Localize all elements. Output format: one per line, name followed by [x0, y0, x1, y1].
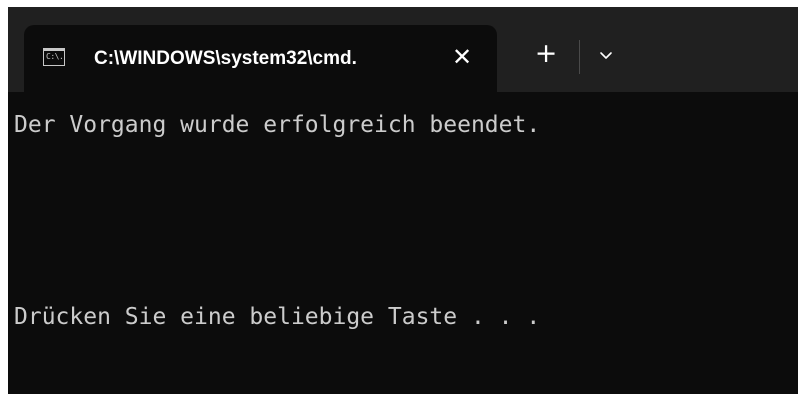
chevron-down-icon [600, 52, 612, 59]
new-tab-button[interactable]: + [528, 35, 564, 75]
terminal-line: Der Vorgang wurde erfolgreich beendet. [14, 112, 541, 138]
tab-cmd[interactable]: C:\. C:\WINDOWS\system32\cmd. ✕ [24, 25, 497, 92]
tab-strip: C:\. C:\WINDOWS\system32\cmd. ✕ + [8, 7, 798, 92]
tab-title: C:\WINDOWS\system32\cmd. [94, 48, 357, 69]
terminal-line: Drücken Sie eine beliebige Taste . . . [14, 304, 541, 330]
terminal-window: C:\. C:\WINDOWS\system32\cmd. ✕ + Der Vo… [8, 7, 798, 394]
close-icon[interactable]: ✕ [447, 25, 477, 92]
terminal-output[interactable]: Der Vorgang wurde erfolgreich beendet. D… [8, 92, 798, 394]
tab-dropdown-button[interactable] [590, 35, 622, 75]
cmd-prompt-icon: C:\. [43, 48, 65, 66]
tab-divider [579, 40, 580, 74]
cmd-prompt-icon-text: C:\. [46, 52, 64, 61]
